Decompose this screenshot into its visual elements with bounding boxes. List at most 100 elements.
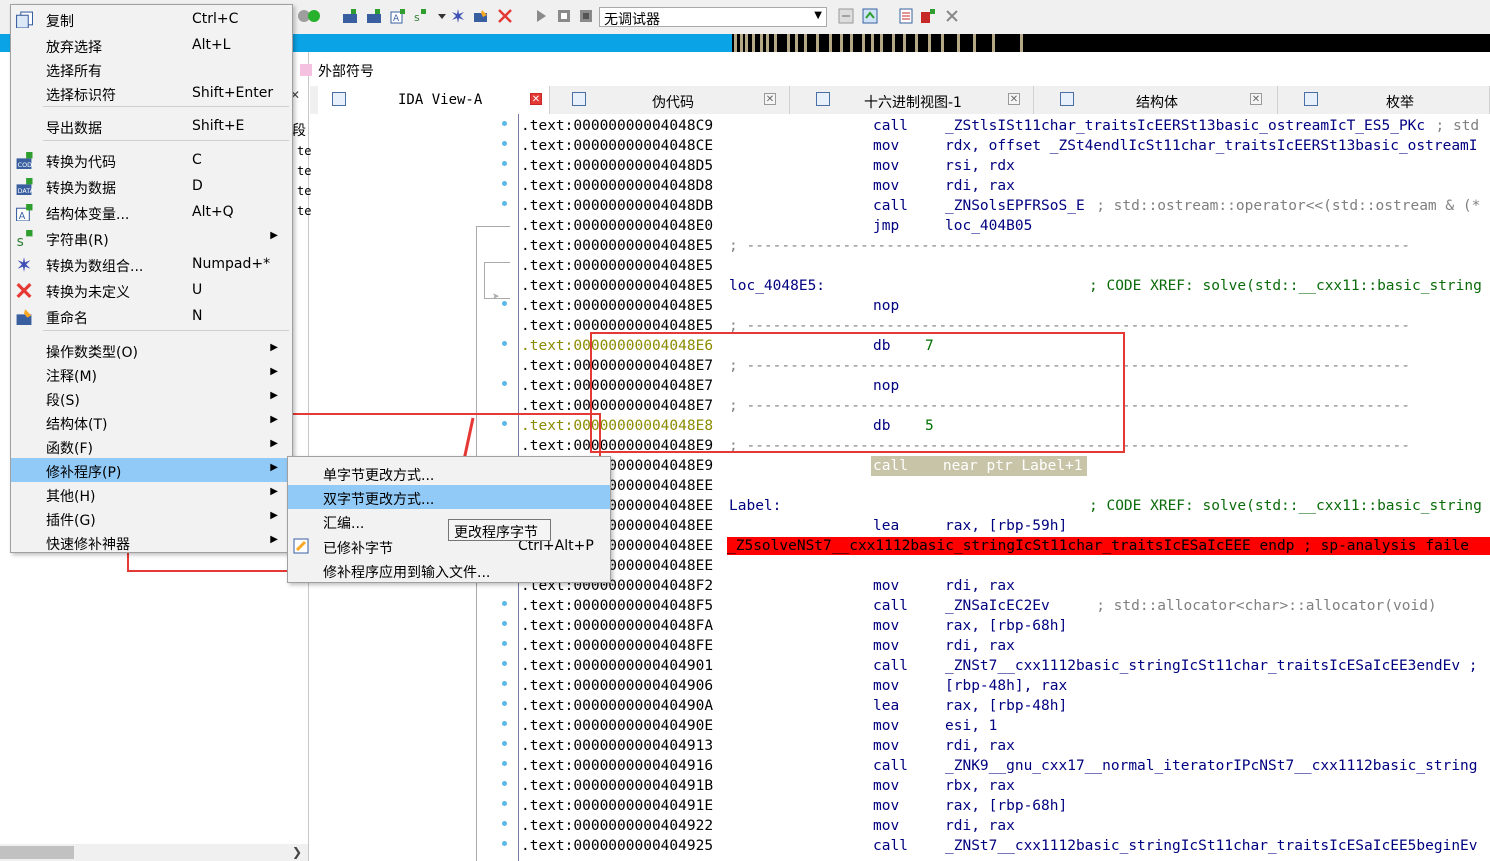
disasm-selected-instruction[interactable]: call near ptr Label+1 [871, 456, 1087, 476]
disasm-address[interactable]: .text:00000000004048E5 [521, 298, 713, 314]
breakpoint-dot[interactable] [502, 341, 507, 346]
disasm-line[interactable]: .text:0000000000404922 mov rdi, rax [521, 816, 1490, 836]
disasm-address[interactable]: .text:0000000000404916 [521, 758, 713, 774]
menu-item[interactable]: 结构体(T) ▶ [11, 410, 292, 434]
disasm-mnemonic[interactable]: mov [873, 176, 899, 196]
disasm-mnemonic[interactable]: mov [873, 676, 899, 696]
disasm-line[interactable]: .text:00000000004048E5 ; ----------------… [521, 236, 1490, 256]
menu-item[interactable]: 转换为数组合... Numpad+* [11, 252, 292, 276]
disasm-operands[interactable]: rdi, rax [945, 176, 1015, 196]
array-icon[interactable] [450, 8, 466, 24]
disasm-address[interactable]: .text:00000000004048F5 [521, 598, 713, 614]
disasm-operands[interactable]: rdx, offset _ZSt4endlIcSt11char_traitsIc… [945, 136, 1478, 156]
disasm-line[interactable]: .text:00000000004048E5 [521, 256, 1490, 276]
submenu-item[interactable]: 单字节更改方式... [288, 461, 610, 485]
disasm-operands[interactable]: _ZNSt7__cxx1112basic_stringIcSt11char_tr… [945, 656, 1478, 676]
breakpoint-dot[interactable] [502, 761, 507, 766]
disasm-address[interactable]: .text:00000000004048E5 [521, 278, 713, 294]
disasm-label[interactable]: loc_4048E5: [729, 276, 825, 296]
disasm-operands[interactable]: _ZNK9__gnu_cxx17__normal_iteratorIPcNSt7… [945, 756, 1478, 776]
disasm-line[interactable]: .text:00000000004048D8 mov rdi, rax [521, 176, 1490, 196]
disasm-mnemonic[interactable]: mov [873, 816, 899, 836]
disasm-operands[interactable]: _ZNSolsEPFRSoS_E [945, 196, 1085, 216]
disasm-mnemonic[interactable]: lea [873, 696, 899, 716]
tab-external-symbols[interactable]: 外部符号 [298, 58, 498, 82]
close-icon[interactable]: ✕ [764, 93, 776, 105]
rename-icon[interactable] [473, 8, 489, 24]
breakpoint-dot[interactable] [502, 741, 507, 746]
breakpoint-dot[interactable] [502, 141, 507, 146]
breakpoint-dot[interactable] [502, 781, 507, 786]
breakpoint-dot[interactable] [502, 381, 507, 386]
disasm-mnemonic[interactable]: call [873, 756, 908, 776]
menu-item[interactable]: 导出数据 Shift+E [11, 114, 292, 138]
disasm-mnemonic[interactable]: call [873, 116, 908, 136]
disasm-operands[interactable]: rax, [rbp-59h] [945, 516, 1067, 536]
disasm-address[interactable]: .text:0000000000404913 [521, 738, 713, 754]
disasm-address[interactable]: .text:00000000004048C9 [521, 118, 713, 134]
list-item[interactable]: te [297, 164, 311, 178]
disasm-line[interactable]: .text:00000000004048F2 mov rdi, rax [521, 576, 1490, 596]
disasm-operands[interactable]: rax, [rbp-68h] [945, 796, 1067, 816]
tab-ida-view-a[interactable]: IDA View-A ✕ [318, 86, 550, 114]
menu-item[interactable]: s 字符串(R) ▶ [11, 226, 292, 250]
submenu-item[interactable]: 修补程序应用到输入文件... [288, 558, 610, 582]
disasm-xref-comment[interactable]: ; CODE XREF: solve(std::__cxx11::basic_s… [1089, 276, 1482, 296]
list-item[interactable]: te [297, 144, 311, 158]
string-icon[interactable]: s [412, 8, 428, 24]
add-breakpoint-icon[interactable] [920, 8, 936, 24]
disasm-xref-comment[interactable]: ; CODE XREF: solve(std::__cxx11::basic_s… [1089, 496, 1482, 516]
chevron-down-icon[interactable] [434, 8, 450, 24]
disassembly-view[interactable]: .text:00000000004048C9 call _ZStlsISt11cha… [518, 114, 1490, 861]
disasm-address[interactable]: .text:000000000040491E [521, 798, 713, 814]
disasm-operands[interactable]: _ZStlsISt11char_traitsIcEERSt13basic_ost… [945, 116, 1425, 136]
menu-item[interactable]: 重命名 N [11, 304, 292, 328]
breakpoint-dot[interactable] [502, 841, 507, 846]
disasm-operands[interactable]: rdi, rax [945, 736, 1015, 756]
tab-enums[interactable]: 枚举 [1290, 86, 1490, 114]
disasm-mnemonic[interactable]: lea [873, 516, 899, 536]
play-icon[interactable] [533, 8, 549, 24]
disasm-operands[interactable]: rax, [rbp-48h] [945, 696, 1067, 716]
disasm-address[interactable]: .text:00000000004048D8 [521, 178, 713, 194]
disasm-mnemonic[interactable]: call [873, 656, 908, 676]
disasm-line[interactable]: .text:0000000000404913 mov rdi, rax [521, 736, 1490, 756]
disasm-address[interactable]: .text:0000000000404901 [521, 658, 713, 674]
disasm-address[interactable]: .text:00000000004048E5 [521, 238, 713, 254]
breakpoint-dot[interactable] [502, 641, 507, 646]
disasm-operands[interactable]: _ZNSaIcEC2Ev [945, 596, 1050, 616]
disasm-mnemonic[interactable]: mov [873, 796, 899, 816]
menu-item[interactable]: 选择标识符 Shift+Enter [11, 81, 292, 105]
disasm-mnemonic[interactable]: mov [873, 616, 899, 636]
disasm-line[interactable]: .text:00000000004048E9 call near ptr Labe… [521, 456, 1490, 476]
menu-item[interactable]: 操作数类型(O) ▶ [11, 338, 292, 362]
list-item[interactable]: te [297, 204, 311, 218]
disasm-line[interactable]: .text:00000000004048CE mov rdx, offset _ZS… [521, 136, 1490, 156]
disasm-address[interactable]: .text:000000000040491B [521, 778, 713, 794]
breakpoint-dot[interactable] [502, 701, 507, 706]
menu-item[interactable]: 放弃选择 Alt+L [11, 33, 292, 57]
breakpoint-dot[interactable] [502, 121, 507, 126]
disasm-address[interactable]: .text:0000000000404922 [521, 818, 713, 834]
disasm-line[interactable]: .text:00000000004048FE mov rdi, rax [521, 636, 1490, 656]
disasm-address[interactable]: .text:00000000004048FA [521, 618, 713, 634]
disasm-operands[interactable]: rax, [rbp-68h] [945, 616, 1067, 636]
disasm-mnemonic[interactable]: jmp [873, 216, 899, 236]
breakpoint-dot[interactable] [502, 601, 507, 606]
disasm-mnemonic[interactable]: mov [873, 716, 899, 736]
disasm-operands[interactable]: esi, 1 [945, 716, 997, 736]
disasm-line[interactable]: .text:00000000004048E0 jmp loc_404B05 [521, 216, 1490, 236]
disasm-line[interactable]: .text:000000000040491E mov rax, [rbp-68h] [521, 796, 1490, 816]
breakpoint-dot[interactable] [502, 801, 507, 806]
disasm-operands[interactable]: [rbp-48h], rax [945, 676, 1067, 696]
stop-icon[interactable] [578, 8, 594, 24]
disasm-line[interactable]: .text:0000000000404925 call _ZNSt7__cxx111… [521, 836, 1490, 856]
disasm-line[interactable]: .text:00000000004048C9 call _ZStlsISt11cha… [521, 116, 1490, 136]
disasm-mnemonic[interactable]: mov [873, 156, 899, 176]
disasm-line[interactable]: .text:00000000004048EE [521, 476, 1490, 496]
tools-icon[interactable] [944, 8, 960, 24]
disasm-mnemonic[interactable]: mov [873, 636, 899, 656]
menu-item[interactable]: A 结构体变量... Alt+Q [11, 200, 292, 224]
breakpoint-dot[interactable] [502, 201, 507, 206]
menu-item[interactable]: 选择所有 [11, 57, 292, 81]
